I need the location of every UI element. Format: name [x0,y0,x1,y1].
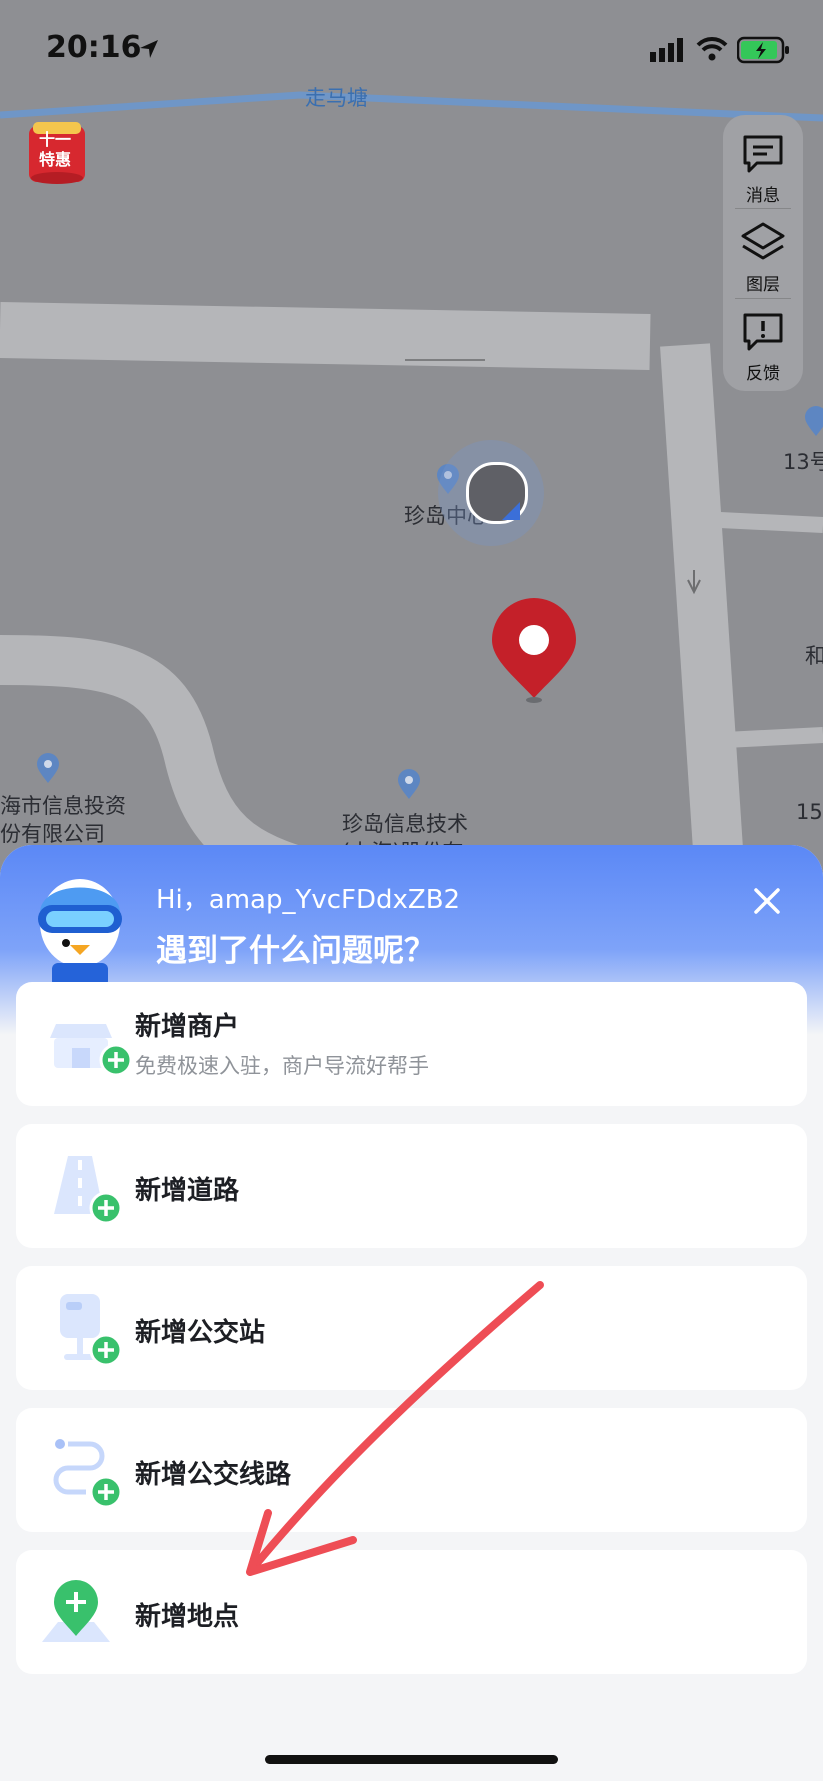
status-time: 20:16 [46,30,142,65]
map-view[interactable]: 20:16 走马塘 十一 特惠 消息 图层 反馈 珍岛中心 海市信息投资 份有限… [0,0,823,880]
message-button[interactable]: 消息 [723,121,803,209]
home-indicator[interactable] [265,1755,558,1764]
option-title: 新增公交线路 [135,1460,292,1490]
layers-button[interactable]: 图层 [723,210,803,298]
feedback-sheet: Hi，amap_YvcFDdxZB2 遇到了什么问题呢？ 新增商户 免费极速入驻… [0,845,823,1781]
promo-badge[interactable]: 十一 特惠 [25,120,91,186]
add-place-pin-icon [42,1580,110,1642]
poi-label[interactable]: 和 [805,640,823,670]
message-icon [743,135,783,173]
signal-icon [650,38,683,62]
option-add-bus-route[interactable]: 新增公交线路 [16,1408,807,1532]
mascot-avatar [30,865,130,987]
map-tool-panel: 消息 图层 反馈 [723,115,803,391]
layers-label: 图层 [746,275,780,295]
status-bar: 20:16 [0,0,823,100]
option-subtitle: 免费极速入驻，商户导流好帮手 [135,1054,429,1078]
map-roads [0,91,823,880]
feedback-label: 反馈 [746,364,780,384]
option-title: 新增地点 [135,1602,240,1632]
heading-arrow-icon [502,502,520,520]
message-label: 消息 [746,186,780,206]
road-icon [54,1156,123,1225]
poi-label[interactable]: 海市信息投资 [0,790,126,820]
option-add-road[interactable]: 新增道路 [16,1124,807,1248]
mascot-icon [38,879,122,987]
poi-label[interactable]: 珍岛信息技术 [342,808,468,838]
feedback-icon [743,313,783,351]
close-icon [754,888,780,914]
poi-marker-icon [805,406,823,436]
poi-label[interactable]: 15 [796,800,823,824]
poi-label[interactable]: 份有限公司 [0,818,105,848]
store-icon [50,1024,133,1077]
poi-marker-icon [37,753,59,783]
close-button[interactable] [743,877,791,925]
selected-location-pin-icon[interactable] [486,598,582,708]
divider [735,208,791,209]
bus-stop-icon [60,1294,123,1367]
poi-marker-icon [398,769,420,799]
feedback-button[interactable]: 反馈 [723,299,803,387]
battery-icon [737,36,789,64]
option-add-bus-stop[interactable]: 新增公交站 [16,1266,807,1390]
option-title: 新增公交站 [135,1318,266,1348]
road-label: 走马塘 [305,86,368,110]
option-add-merchant[interactable]: 新增商户 免费极速入驻，商户导流好帮手 [16,982,807,1106]
question-title: 遇到了什么问题呢？ [156,933,435,969]
wifi-icon [696,37,728,61]
poi-label[interactable]: 13号 [783,446,823,476]
promo-line2: 特惠 [39,150,72,169]
greeting-text: Hi，amap_YvcFDdxZB2 [156,885,461,915]
option-title: 新增道路 [135,1176,240,1206]
location-arrow-icon [140,40,158,58]
bus-route-icon [53,1439,123,1509]
layers-icon [741,222,785,260]
option-title: 新增商户 [135,1012,240,1042]
option-add-place[interactable]: 新增地点 [16,1550,807,1674]
